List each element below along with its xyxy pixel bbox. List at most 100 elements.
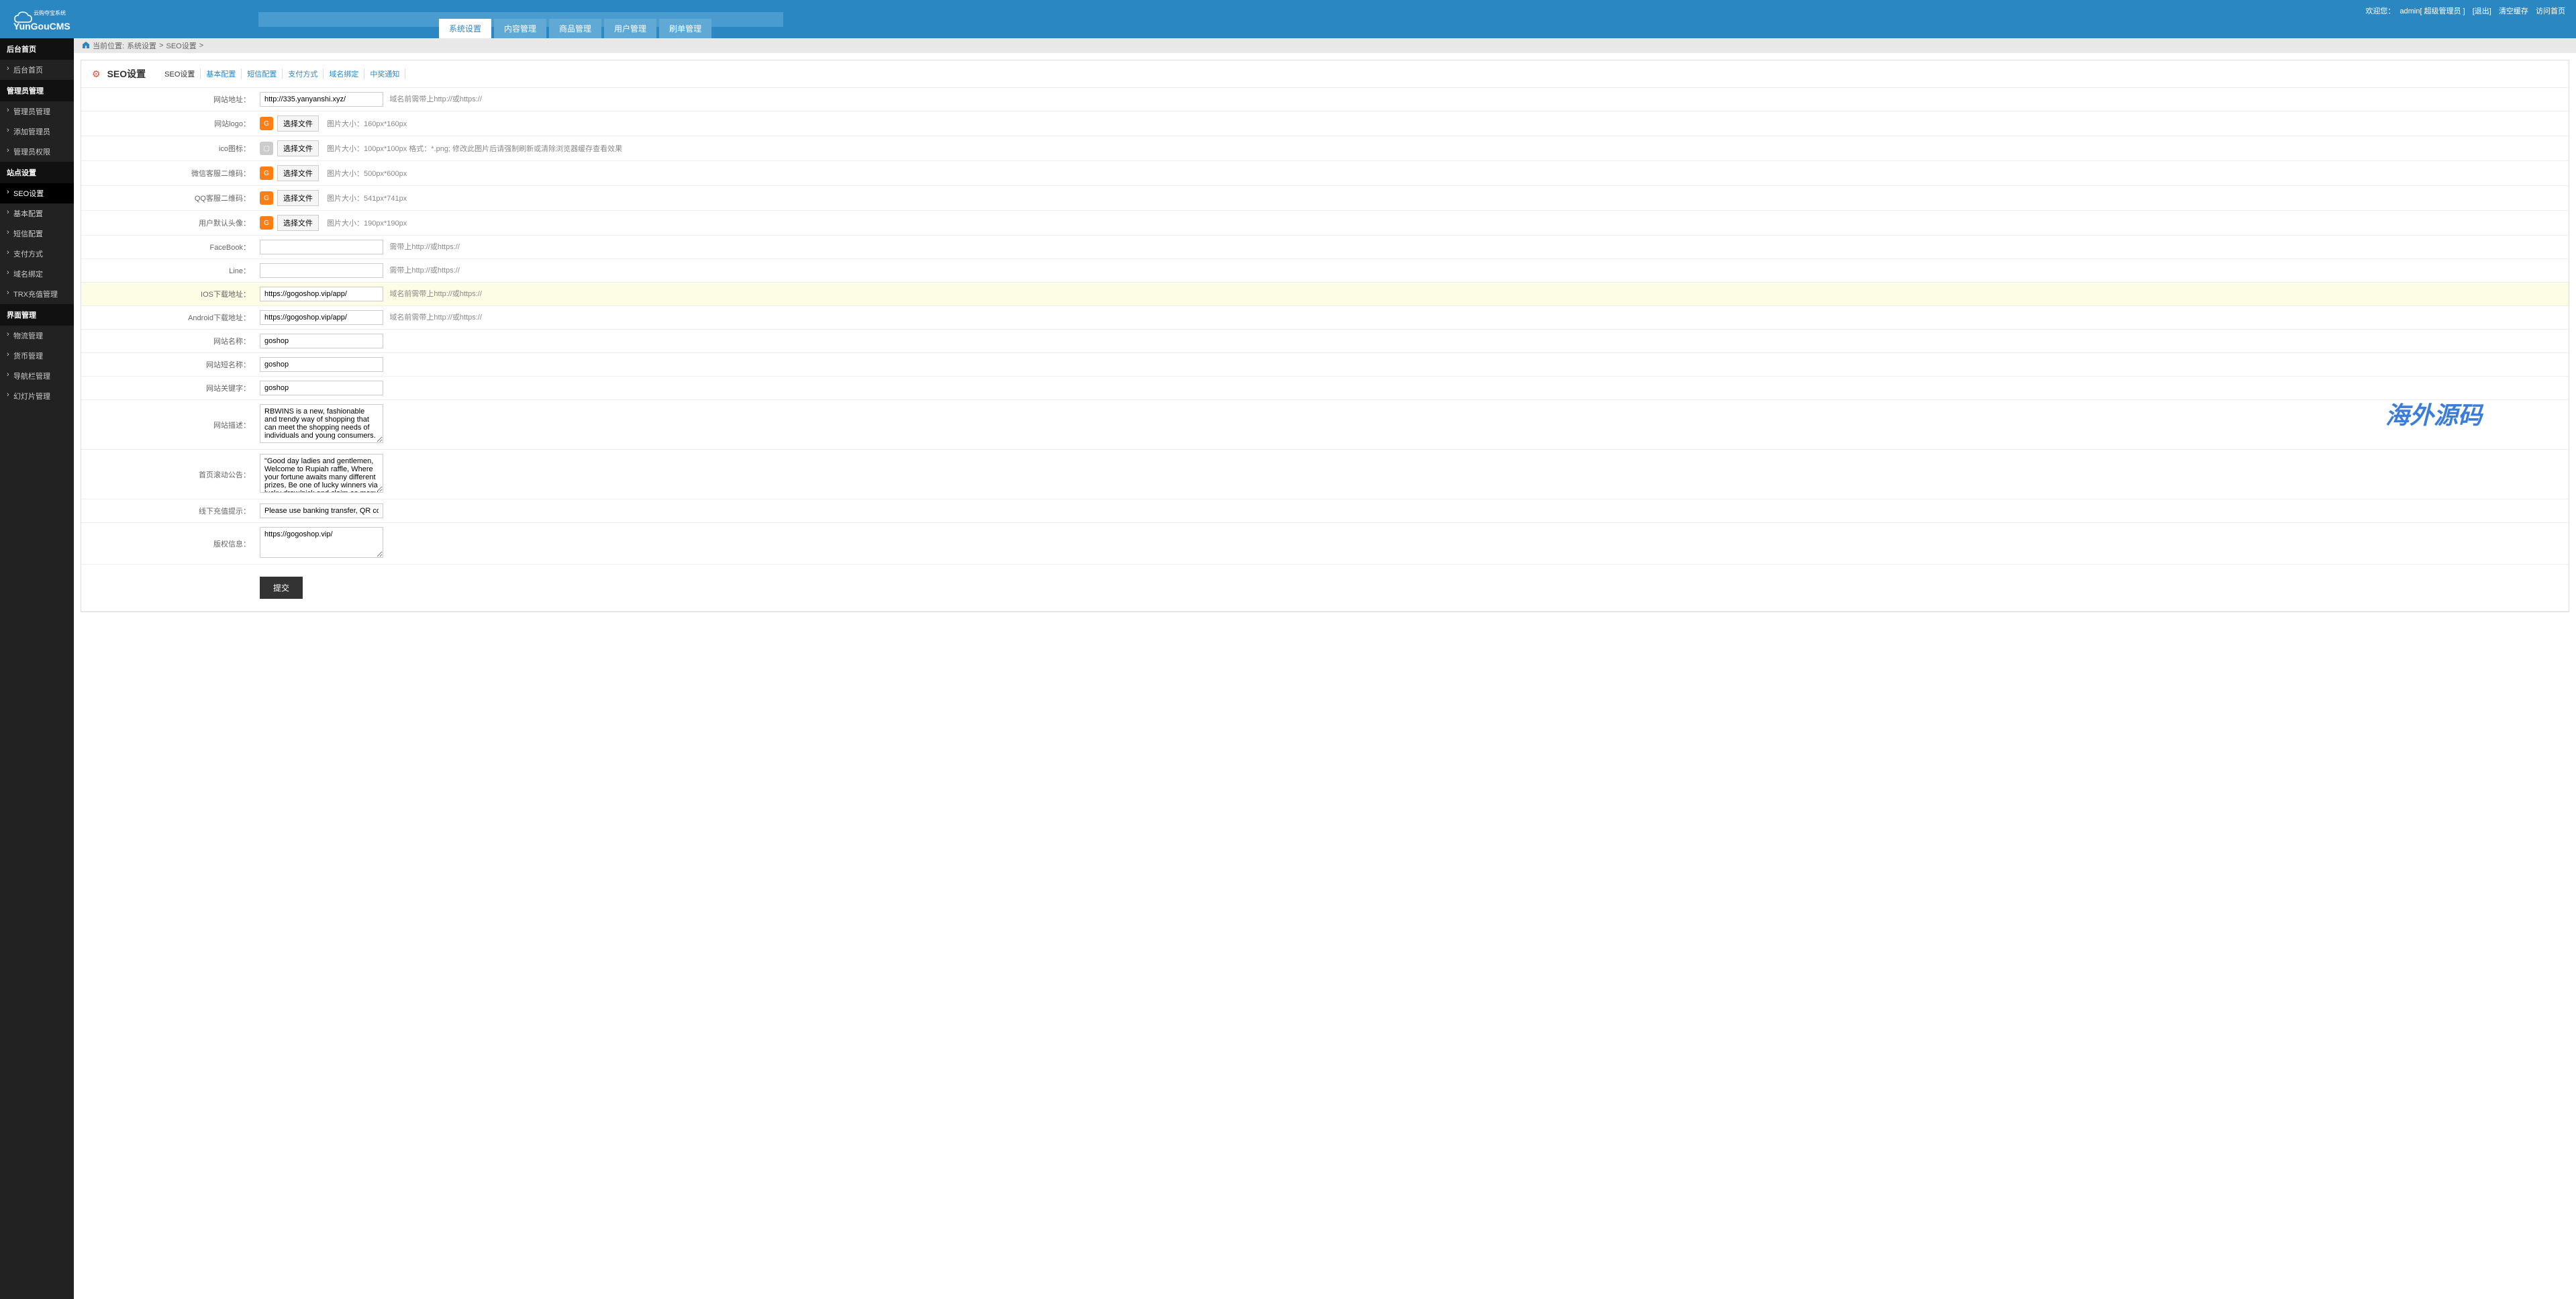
input-site-short[interactable]	[260, 357, 383, 372]
label-site-name: 网站名称：	[81, 330, 254, 353]
home-icon[interactable]	[82, 41, 90, 51]
hint-avatar: 图片大小：190px*190px	[327, 218, 407, 228]
page-sub-tab[interactable]: 短信配置	[242, 68, 283, 79]
input-site-name[interactable]	[260, 334, 383, 348]
input-facebook[interactable]	[260, 240, 383, 254]
label-site-short: 网站短名称：	[81, 353, 254, 377]
nav-tabs: 系统设置内容管理商品管理用户管理刷单管理	[439, 19, 711, 38]
file-icon: G	[260, 191, 273, 205]
cloud-icon: 云购夺宝系统 YunGouCMS	[8, 5, 75, 32]
input-recharge[interactable]	[260, 503, 383, 518]
breadcrumb-item-1[interactable]: 系统设置	[127, 40, 156, 51]
sidebar-item[interactable]: 管理员管理	[0, 101, 74, 122]
input-keywords[interactable]	[260, 381, 383, 395]
page-sub-tab[interactable]: 支付方式	[283, 68, 324, 79]
submit-button[interactable]: 提交	[260, 577, 303, 599]
label-scroll: 首页滚动公告：	[81, 450, 254, 499]
nav-tab[interactable]: 内容管理	[494, 19, 546, 38]
nav-tab[interactable]: 刷单管理	[659, 19, 711, 38]
sidebar-section-header: 管理员管理	[0, 80, 74, 101]
svg-text:云购夺宝系统: 云购夺宝系统	[34, 9, 66, 16]
sidebar-item[interactable]: 支付方式	[0, 244, 74, 264]
sidebar-item[interactable]: SEO设置	[0, 183, 74, 203]
sidebar-item[interactable]: 域名绑定	[0, 264, 74, 284]
file-btn-avatar[interactable]: 选择文件	[277, 215, 319, 231]
hint-line: 需带上http://或https://	[389, 267, 460, 275]
content: 当前位置: 系统设置 > SEO设置 > ⚙ SEO设置 SEO设置基本配置短信…	[74, 38, 2576, 619]
sidebar-item[interactable]: 添加管理员	[0, 122, 74, 142]
file-btn-logo[interactable]: 选择文件	[277, 115, 319, 132]
file-btn-qqqr[interactable]: 选择文件	[277, 190, 319, 206]
sidebar-item[interactable]: 后台首页	[0, 60, 74, 80]
label-recharge: 线下充值提示：	[81, 499, 254, 523]
textarea-desc[interactable]	[260, 404, 383, 443]
page-sub-tab[interactable]: 域名绑定	[324, 68, 364, 79]
admin-role-link[interactable]: admin[ 超级管理员 ]	[2400, 7, 2465, 15]
sidebar-item[interactable]: 基本配置	[0, 203, 74, 224]
sidebar-section-header: 后台首页	[0, 38, 74, 60]
nav-tab[interactable]: 用户管理	[604, 19, 656, 38]
textarea-copyright[interactable]	[260, 527, 383, 558]
input-line[interactable]	[260, 263, 383, 278]
label-line: Line：	[81, 259, 254, 283]
label-android: Android下载地址：	[81, 306, 254, 330]
file-icon: G	[260, 166, 273, 180]
sidebar-section-header: 界面管理	[0, 304, 74, 326]
sidebar: 后台首页后台首页管理员管理管理员管理添加管理员管理员权限站点设置SEO设置基本配…	[0, 38, 74, 1299]
hint-ios: 域名前需带上http://或https://	[389, 290, 482, 298]
file-icon: G	[260, 216, 273, 230]
label-site-url: 网站地址：	[81, 88, 254, 111]
clear-cache-link[interactable]: 清空缓存	[2499, 7, 2528, 15]
welcome-text: 欢迎您：	[2365, 7, 2395, 15]
hint-logo: 图片大小：160px*160px	[327, 118, 407, 129]
header: 云购夺宝系统 YunGouCMS 欢迎您： admin[ 超级管理员 ] [退出…	[0, 0, 2576, 38]
textarea-scroll[interactable]	[260, 454, 383, 493]
top-right-links: 欢迎您： admin[ 超级管理员 ] [退出] 清空缓存 访问首页	[2365, 5, 2568, 16]
sidebar-section-header: 站点设置	[0, 162, 74, 183]
label-qq-qr: QQ客服二维码：	[81, 186, 254, 211]
label-avatar: 用户默认头像：	[81, 211, 254, 236]
label-logo: 网站logo：	[81, 111, 254, 136]
page-sub-tab[interactable]: 中奖通知	[364, 68, 405, 79]
input-site-url[interactable]	[260, 92, 383, 107]
sidebar-item[interactable]: 导航栏管理	[0, 366, 74, 386]
label-facebook: FaceBook：	[81, 236, 254, 259]
breadcrumb-prefix: 当前位置:	[93, 40, 124, 51]
sidebar-item[interactable]: TRX充值管理	[0, 284, 74, 304]
page-title: SEO设置	[107, 67, 146, 81]
sidebar-item[interactable]: 货币管理	[0, 346, 74, 366]
hint-facebook: 需带上http://或https://	[389, 243, 460, 251]
file-btn-wxqr[interactable]: 选择文件	[277, 165, 319, 181]
input-ios[interactable]	[260, 287, 383, 301]
label-ios: IOS下载地址：	[81, 283, 254, 306]
breadcrumb-item-2[interactable]: SEO设置	[166, 40, 197, 51]
hint-ico: 图片大小：100px*100px 格式：*.png; 修改此图片后请强制刷新或清…	[327, 143, 622, 154]
page-sub-tabs: SEO设置基本配置短信配置支付方式域名绑定中奖通知	[159, 68, 405, 79]
breadcrumb: 当前位置: 系统设置 > SEO设置 >	[74, 38, 2576, 53]
nav-tab[interactable]: 商品管理	[549, 19, 601, 38]
file-btn-ico[interactable]: 选择文件	[277, 140, 319, 156]
label-desc: 网站描述：	[81, 400, 254, 450]
file-icon: ▢	[260, 142, 273, 155]
settings-form: 网站地址： 域名前需带上http://或https:// 网站logo： G 选择…	[81, 88, 2569, 612]
svg-text:YunGouCMS: YunGouCMS	[13, 21, 70, 32]
sidebar-item[interactable]: 短信配置	[0, 224, 74, 244]
gear-icon: ⚙	[92, 68, 101, 80]
hint-site-url: 域名前需带上http://或https://	[389, 95, 482, 103]
label-wx-qr: 微信客服二维码：	[81, 161, 254, 186]
page-box: ⚙ SEO设置 SEO设置基本配置短信配置支付方式域名绑定中奖通知 网站地址： …	[81, 60, 2569, 612]
visit-home-link[interactable]: 访问首页	[2536, 7, 2565, 15]
hint-android: 域名前需带上http://或https://	[389, 314, 482, 322]
nav-tab[interactable]: 系统设置	[439, 19, 491, 38]
sidebar-item[interactable]: 幻灯片管理	[0, 386, 74, 406]
logo: 云购夺宝系统 YunGouCMS	[8, 5, 75, 32]
input-android[interactable]	[260, 310, 383, 325]
sidebar-item[interactable]: 物流管理	[0, 326, 74, 346]
label-ico: ico图标：	[81, 136, 254, 161]
page-title-bar: ⚙ SEO设置 SEO设置基本配置短信配置支付方式域名绑定中奖通知	[81, 60, 2569, 88]
logout-link[interactable]: [退出]	[2473, 7, 2491, 15]
sidebar-item[interactable]: 管理员权限	[0, 142, 74, 162]
label-copyright: 版权信息：	[81, 523, 254, 565]
page-sub-tab[interactable]: 基本配置	[201, 68, 242, 79]
page-sub-tab[interactable]: SEO设置	[159, 68, 201, 79]
